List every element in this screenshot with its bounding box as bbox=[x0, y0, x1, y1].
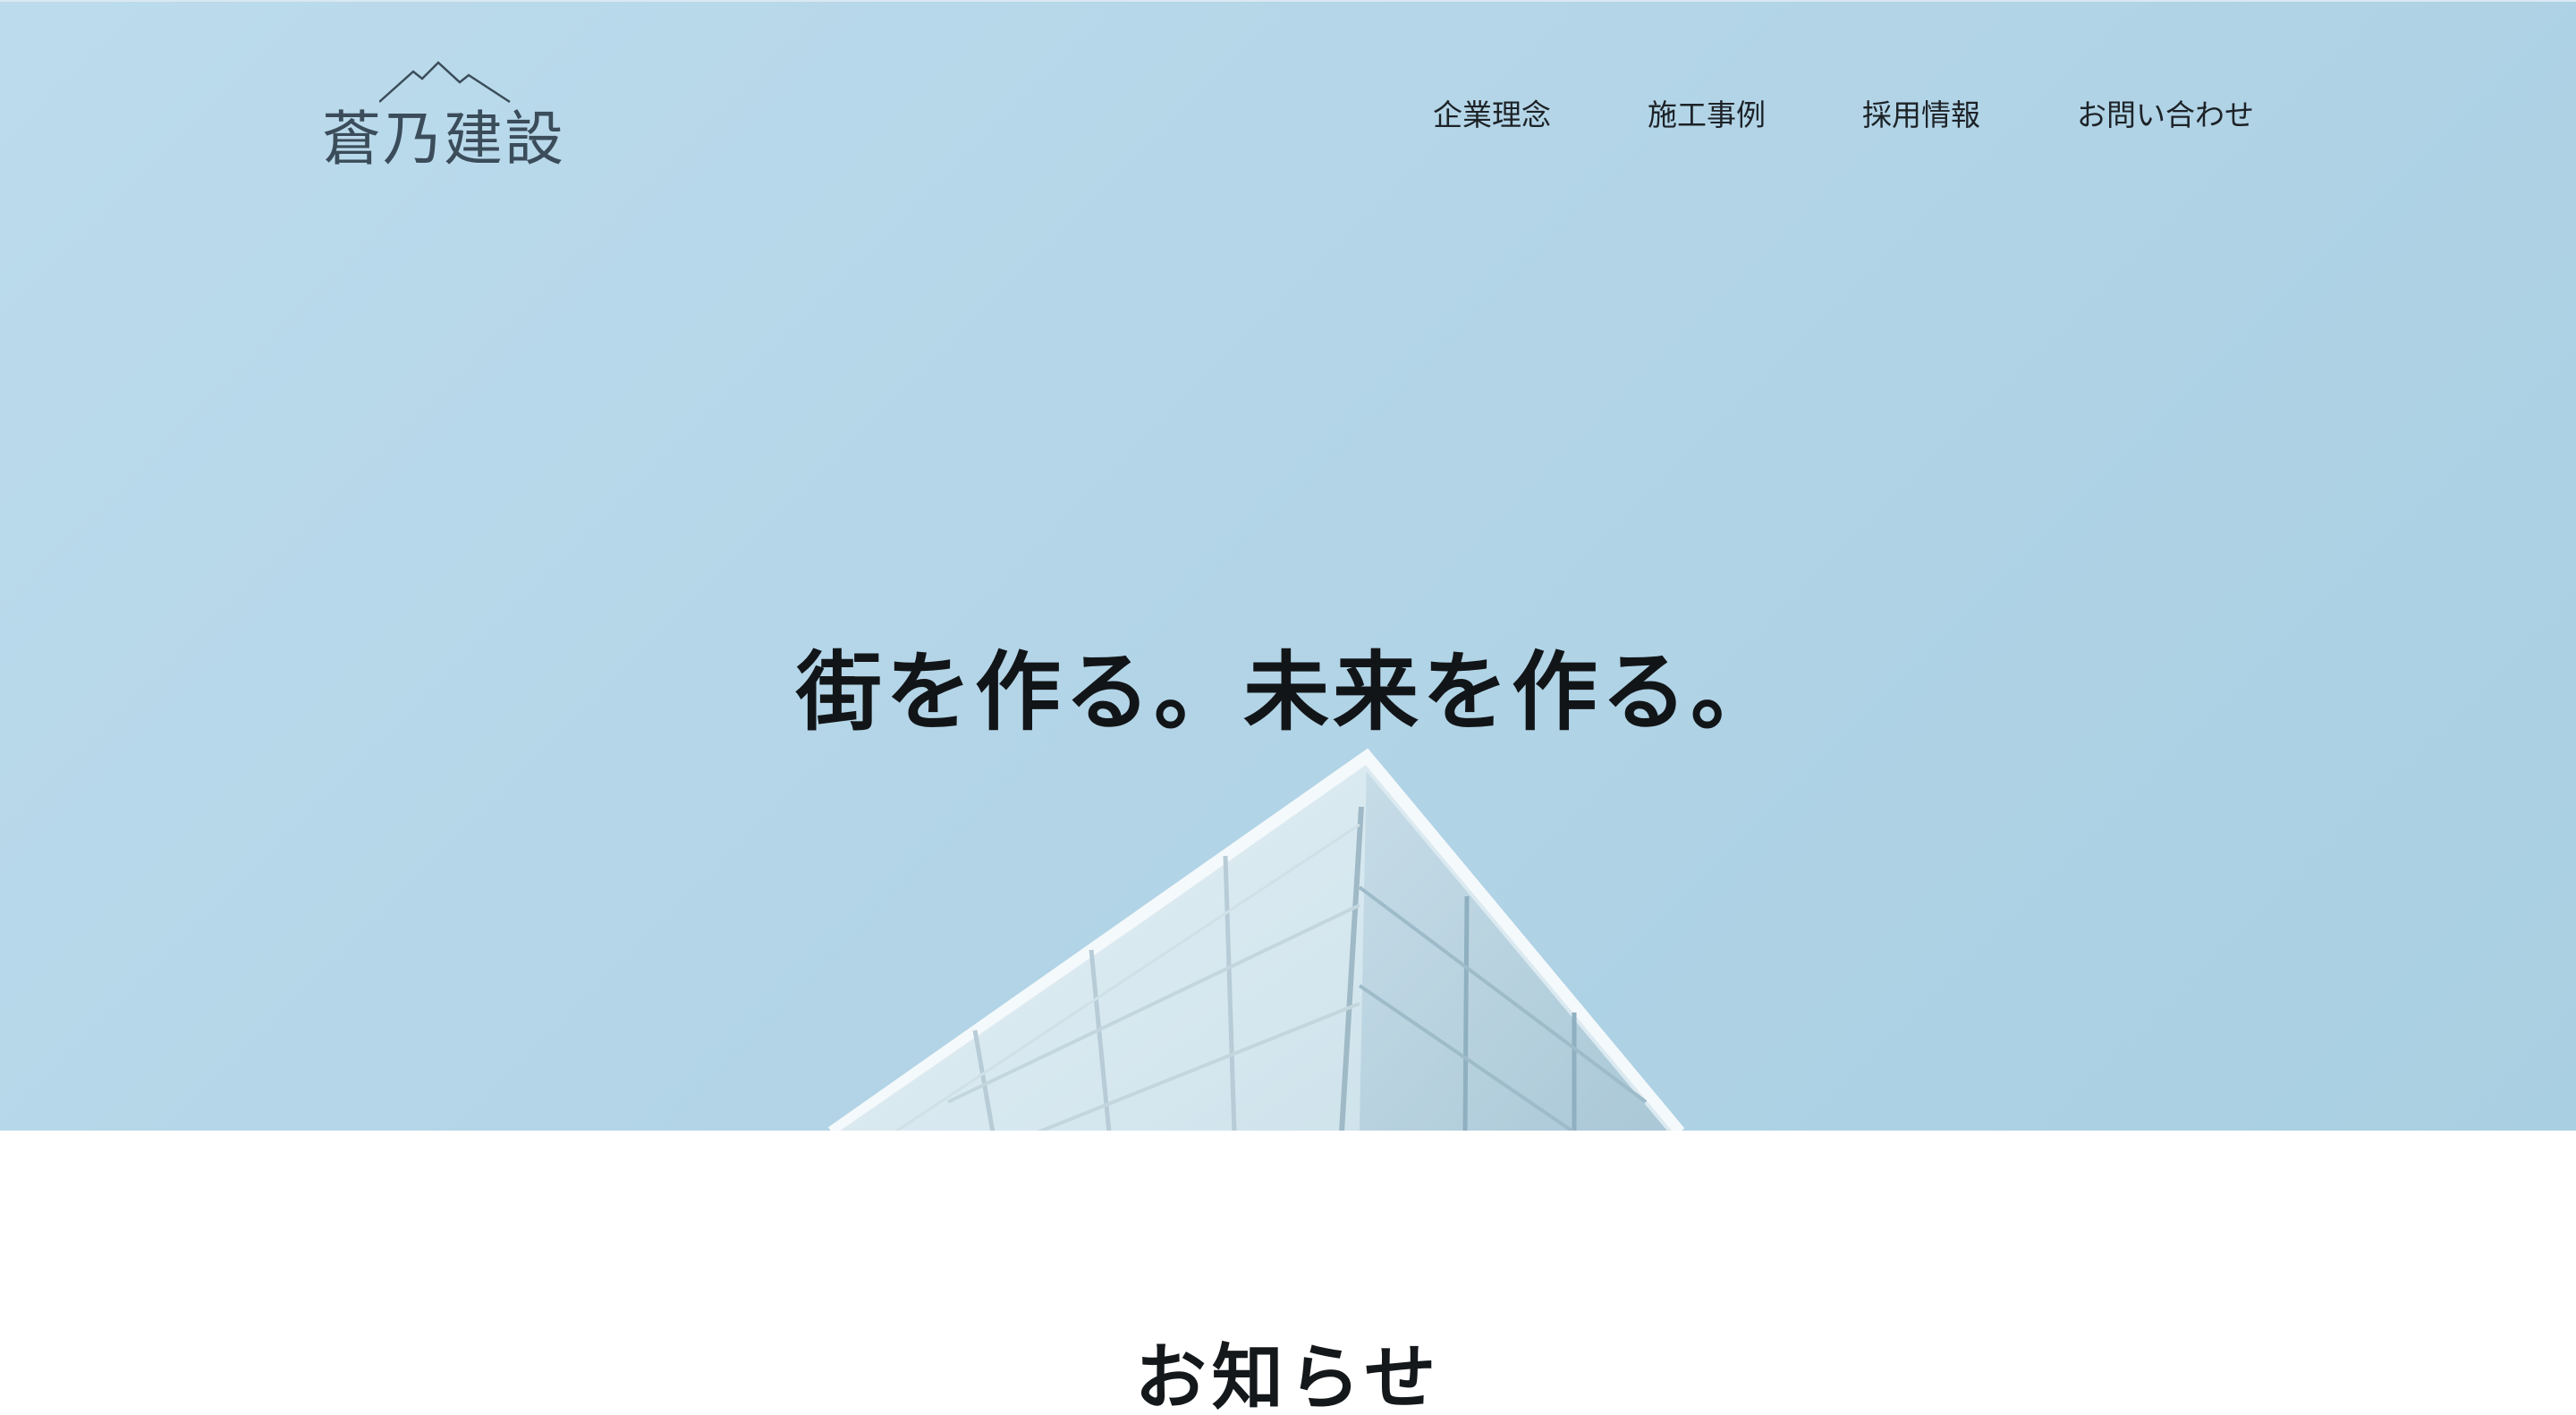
nav-item-philosophy[interactable]: 企業理念 bbox=[1433, 91, 1551, 134]
news-heading: お知らせ bbox=[1134, 1335, 1442, 1415]
site-logo[interactable]: 蒼乃建設 bbox=[322, 55, 572, 174]
hero-section: 蒼乃建設 企業理念 施工事例 採用情報 お問い合わせ 街を作る。未来を作る。 bbox=[0, 0, 2576, 1131]
main-nav: 企業理念 施工事例 採用情報 お問い合わせ bbox=[1433, 91, 2254, 134]
nav-item-contact[interactable]: お問い合わせ bbox=[2077, 91, 2254, 134]
nav-item-works[interactable]: 施工事例 bbox=[1648, 91, 1766, 134]
hero-tagline: 街を作る。未来を作る。 bbox=[796, 641, 1780, 743]
nav-item-recruit[interactable]: 採用情報 bbox=[1862, 91, 1980, 134]
page: 蒼乃建設 企業理念 施工事例 採用情報 お問い合わせ 街を作る。未来を作る。 お… bbox=[0, 0, 2576, 1415]
site-header: 蒼乃建設 企業理念 施工事例 採用情報 お問い合わせ bbox=[0, 2, 2576, 199]
logo-text: 蒼乃建設 bbox=[322, 105, 565, 174]
